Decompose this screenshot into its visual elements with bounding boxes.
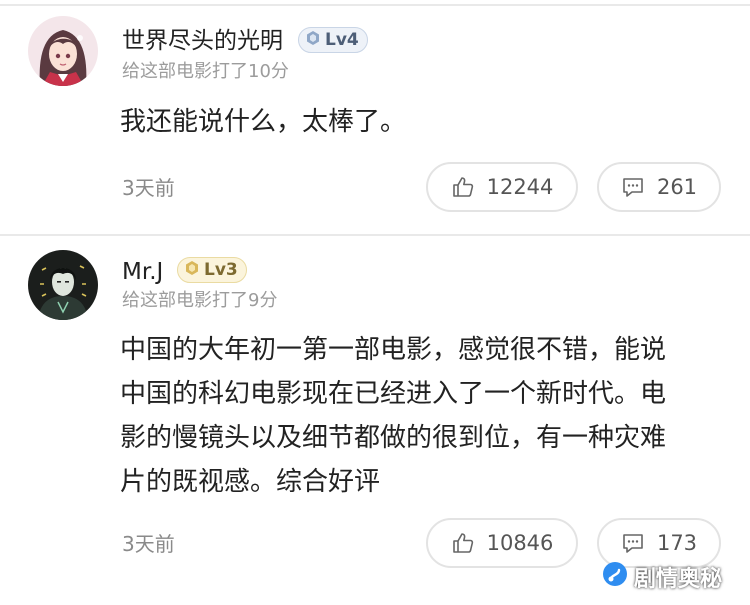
timestamp: 3天前 bbox=[122, 532, 175, 556]
username[interactable]: Mr.J bbox=[122, 259, 163, 285]
thumbs-up-icon bbox=[451, 531, 475, 555]
reply-count: 173 bbox=[656, 531, 698, 555]
level-label: Lv4 bbox=[325, 30, 359, 50]
avatar[interactable] bbox=[28, 16, 98, 86]
comment-divider bbox=[0, 234, 750, 236]
watermark-text: 剧情奥秘 bbox=[633, 567, 722, 592]
level-badge: Lv3 bbox=[177, 257, 247, 283]
comment-text-line: 中国的大年初一第一部电影，感觉很不错，能说 bbox=[120, 335, 667, 365]
top-divider bbox=[0, 4, 750, 6]
avatar-dark-figure bbox=[28, 250, 98, 320]
comment-text-line: 影的慢镜头以及细节都做的很到位，有一种灾难 bbox=[120, 423, 667, 453]
comment-text: 中国的大年初一第一部电影，感觉很不错，能说 中国的科幻电影现在已经进入了一个新时… bbox=[120, 328, 730, 504]
like-count: 12244 bbox=[486, 175, 554, 199]
thumbs-up-icon bbox=[451, 175, 475, 199]
reply-button[interactable]: 261 bbox=[597, 162, 721, 212]
play-note-icon bbox=[602, 561, 628, 593]
comment-feed: 世界尽头的光明 Lv4 给这部电影打了10分 我还能说什么，太棒了。 3天前 1… bbox=[0, 0, 750, 605]
avatar[interactable] bbox=[28, 250, 98, 320]
level-badge: Lv4 bbox=[298, 27, 368, 53]
like-button[interactable]: 10846 bbox=[426, 518, 578, 568]
comment-text-line: 中国的科幻电影现在已经进入了一个新时代。电 bbox=[120, 379, 667, 409]
level-label: Lv3 bbox=[204, 260, 238, 280]
avatar-anime-girl bbox=[28, 16, 98, 86]
hexagon-gem-icon bbox=[184, 260, 200, 281]
like-button[interactable]: 12244 bbox=[426, 162, 578, 212]
rating-text: 给这部电影打了9分 bbox=[122, 290, 278, 311]
rating-text: 给这部电影打了10分 bbox=[122, 61, 289, 82]
comment-bubble-icon bbox=[621, 531, 645, 555]
comment-text: 我还能说什么，太棒了。 bbox=[120, 100, 730, 144]
timestamp: 3天前 bbox=[122, 176, 175, 200]
watermark: 剧情奥秘 bbox=[602, 561, 722, 593]
username[interactable]: 世界尽头的光明 bbox=[122, 28, 283, 54]
comment-text-line: 我还能说什么，太棒了。 bbox=[120, 107, 407, 137]
like-count: 10846 bbox=[486, 531, 554, 555]
comment-text-line: 片的既视感。综合好评 bbox=[120, 467, 381, 497]
reply-count: 261 bbox=[656, 175, 698, 199]
hexagon-gem-icon bbox=[305, 30, 321, 51]
comment-bubble-icon bbox=[621, 175, 645, 199]
